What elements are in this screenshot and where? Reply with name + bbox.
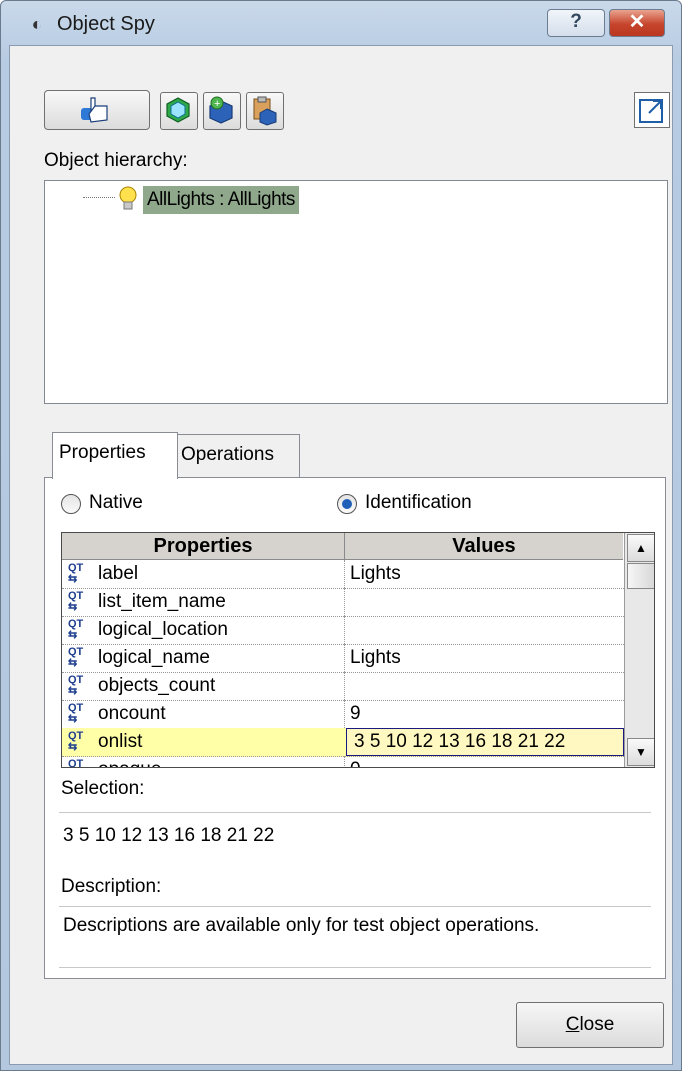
property-name: oncount bbox=[98, 703, 166, 724]
highlight-icon bbox=[166, 97, 190, 123]
properties-column-header[interactable]: Properties bbox=[62, 533, 345, 560]
description-label: Description: bbox=[61, 876, 162, 897]
property-name: logical_location bbox=[98, 619, 228, 640]
add-to-repository-icon: + bbox=[209, 96, 233, 124]
help-button[interactable]: ? bbox=[547, 9, 605, 37]
table-row-selected[interactable]: QT ⇆ onlist 3 5 10 12 13 16 18 21 22 bbox=[62, 728, 624, 757]
table-row[interactable]: QT⇆ opaque 0 bbox=[62, 756, 624, 768]
property-value: Lights bbox=[350, 563, 401, 584]
property-name: logical_name bbox=[98, 647, 210, 668]
property-icon: QT⇆ bbox=[68, 590, 84, 613]
table-row[interactable]: QT ⇆ objects_count bbox=[62, 672, 624, 701]
property-icon: QT⇆ bbox=[68, 730, 84, 753]
scroll-down-button[interactable]: ▼ bbox=[627, 738, 654, 766]
property-icon: QT⇆ bbox=[68, 758, 84, 768]
description-text: Descriptions are available only for test… bbox=[63, 915, 540, 936]
copy-to-clipboard-button[interactable] bbox=[246, 92, 284, 130]
property-name: label bbox=[98, 563, 139, 584]
selection-value-box: 3 5 10 12 13 16 18 21 22 bbox=[59, 812, 651, 863]
spy-button[interactable] bbox=[44, 90, 150, 130]
property-name: onlist bbox=[98, 731, 143, 752]
property-value: 9 bbox=[350, 703, 361, 724]
property-name: objects_count bbox=[98, 675, 216, 696]
spy-icon: ◐ bbox=[31, 14, 43, 34]
window-title: Object Spy bbox=[57, 13, 155, 35]
svg-text:+: + bbox=[214, 98, 220, 110]
export-button[interactable] bbox=[634, 92, 670, 128]
property-name: list_item_name bbox=[98, 591, 226, 612]
properties-grid[interactable]: Properties Values QT ⇆ label Lights QT ⇆ l… bbox=[61, 532, 655, 768]
light-bulb-icon bbox=[117, 186, 139, 210]
table-row[interactable]: QT ⇆ label Lights bbox=[62, 560, 624, 589]
table-row[interactable]: QT ⇆ oncount 9 bbox=[62, 700, 624, 729]
copy-to-clipboard-icon bbox=[253, 96, 277, 126]
tree-connector bbox=[83, 197, 115, 198]
description-box: Descriptions are available only for test… bbox=[59, 906, 651, 968]
properties-panel: Native Identification Properties Values … bbox=[44, 477, 666, 979]
selection-label: Selection: bbox=[61, 778, 145, 799]
property-name: opaque bbox=[98, 757, 161, 767]
table-row[interactable]: QT ⇆ list_item_name bbox=[62, 588, 624, 617]
property-icon: QT⇆ bbox=[68, 618, 84, 641]
scroll-up-button[interactable]: ▲ bbox=[627, 534, 654, 562]
tab-operations[interactable]: Operations bbox=[174, 434, 300, 479]
close-button[interactable]: Close bbox=[516, 1002, 664, 1048]
property-icon: QT⇆ bbox=[68, 702, 84, 725]
window-close-button[interactable]: ✕ bbox=[609, 9, 665, 37]
values-column-header[interactable]: Values bbox=[345, 533, 623, 560]
highlight-button[interactable] bbox=[160, 92, 198, 130]
pointing-hand-icon bbox=[81, 97, 108, 123]
native-radio[interactable] bbox=[61, 494, 81, 514]
property-value: Lights bbox=[350, 647, 401, 668]
property-icon: QT⇆ bbox=[68, 646, 84, 669]
selection-value: 3 5 10 12 13 16 18 21 22 bbox=[63, 825, 275, 846]
close-button-label-rest: lose bbox=[579, 1014, 615, 1035]
identification-radio-label: Identification bbox=[365, 492, 472, 513]
property-value: 3 5 10 12 13 16 18 21 22 bbox=[354, 731, 566, 752]
scroll-thumb[interactable] bbox=[627, 563, 654, 589]
tree-node-alllights[interactable]: AllLights : AllLights bbox=[143, 186, 299, 214]
dialog-body: + Object hierarchy: AllLights: AllLight… bbox=[9, 45, 673, 1065]
property-icon: QT⇆ bbox=[68, 562, 84, 585]
identification-radio[interactable] bbox=[337, 494, 357, 514]
object-spy-window: ◐ Object Spy ? ✕ + Object hierarchy: All… bbox=[0, 0, 682, 1071]
property-value: 0 bbox=[350, 757, 361, 767]
grid-vertical-scrollbar[interactable]: ▲ ▼ bbox=[624, 533, 654, 767]
close-button-mnemonic: C bbox=[565, 1014, 580, 1035]
native-radio-label: Native bbox=[89, 492, 143, 513]
export-icon bbox=[639, 99, 663, 123]
title-bar[interactable]: ◐ Object Spy ? ✕ bbox=[1, 1, 681, 45]
tab-properties[interactable]: Properties bbox=[52, 432, 178, 479]
add-to-repository-button[interactable]: + bbox=[203, 92, 241, 130]
table-row[interactable]: QT ⇆ logical_location bbox=[62, 616, 624, 645]
property-icon: QT⇆ bbox=[68, 674, 84, 697]
table-row[interactable]: QT ⇆ logical_name Lights bbox=[62, 644, 624, 673]
object-hierarchy-tree[interactable]: AllLights : AllLights bbox=[44, 180, 668, 404]
object-hierarchy-label: Object hierarchy: bbox=[44, 150, 188, 171]
